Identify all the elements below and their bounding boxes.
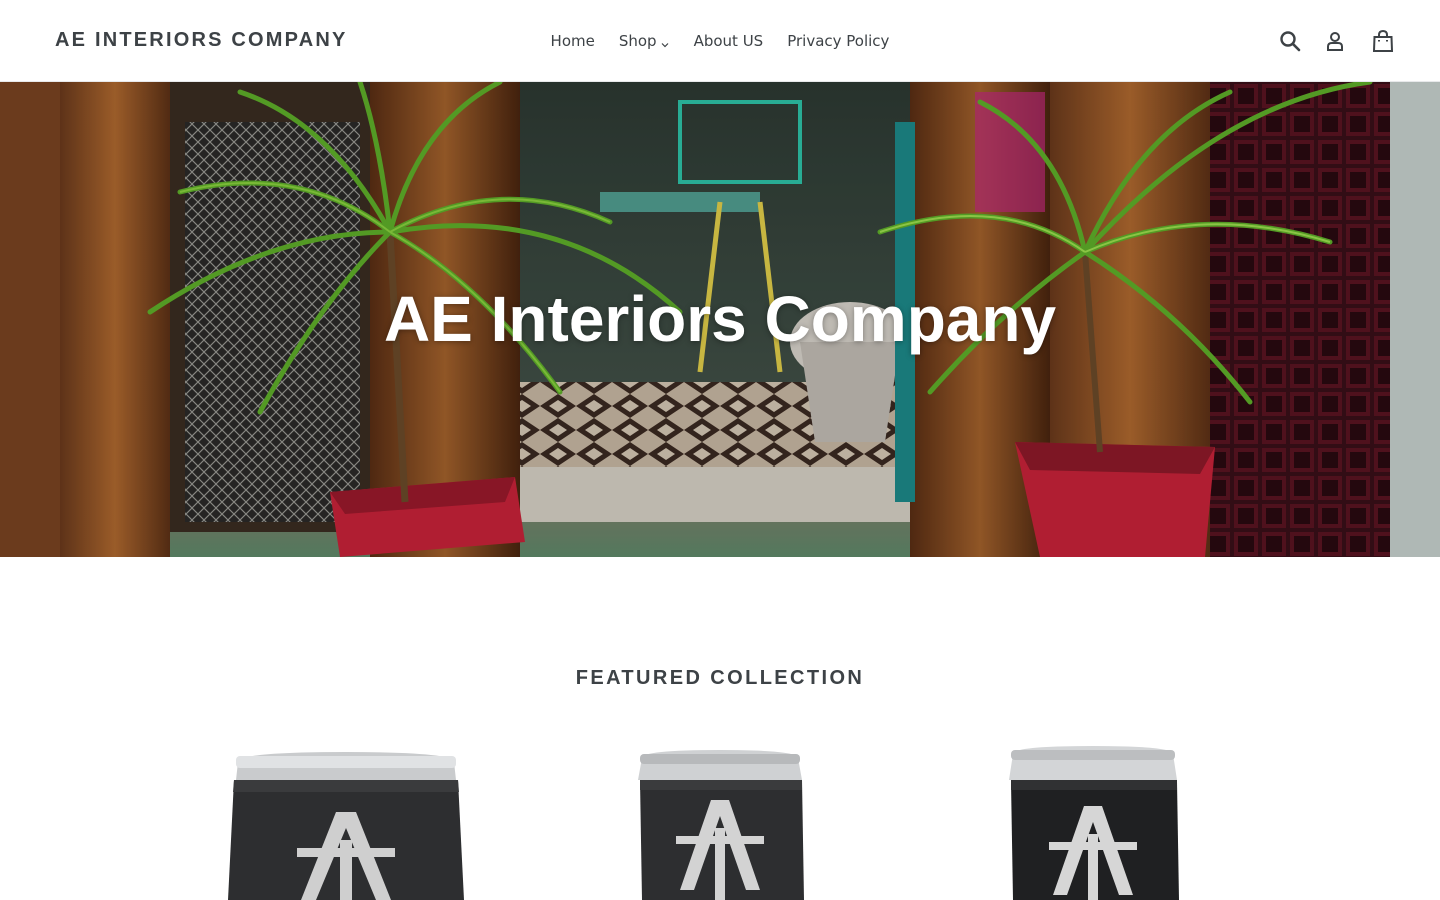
product-card[interactable] bbox=[196, 740, 496, 900]
nav-privacy[interactable]: Privacy Policy bbox=[775, 30, 901, 52]
nav-home-label: Home bbox=[550, 32, 595, 50]
tumbler-image bbox=[228, 752, 464, 900]
featured-collection-title: FEATURED COLLECTION bbox=[575, 667, 865, 689]
nav-shop-label: Shop bbox=[618, 32, 657, 50]
product-card[interactable] bbox=[570, 740, 870, 900]
nav-privacy-label: Privacy Policy bbox=[787, 32, 890, 50]
tumbler-image bbox=[638, 750, 804, 900]
search-icon[interactable] bbox=[1277, 28, 1303, 54]
hero-title: AE Interiors Company bbox=[383, 283, 1057, 355]
nav-about[interactable]: About US bbox=[682, 30, 776, 52]
product-card[interactable] bbox=[943, 740, 1243, 900]
main-nav: Home Shop About US Privacy Policy bbox=[0, 30, 1440, 52]
nav-shop[interactable]: Shop bbox=[607, 30, 682, 52]
cart-icon[interactable] bbox=[1370, 28, 1396, 54]
site-header: AE INTERIORS COMPANY Home Shop About US … bbox=[0, 0, 1440, 82]
tumbler-image bbox=[1009, 746, 1179, 900]
nav-about-label: About US bbox=[693, 32, 764, 50]
account-icon[interactable] bbox=[1322, 28, 1348, 54]
nav-home[interactable]: Home bbox=[539, 30, 607, 52]
chevron-down-icon bbox=[660, 36, 670, 48]
hero-banner: AE Interiors Company bbox=[0, 82, 1440, 557]
